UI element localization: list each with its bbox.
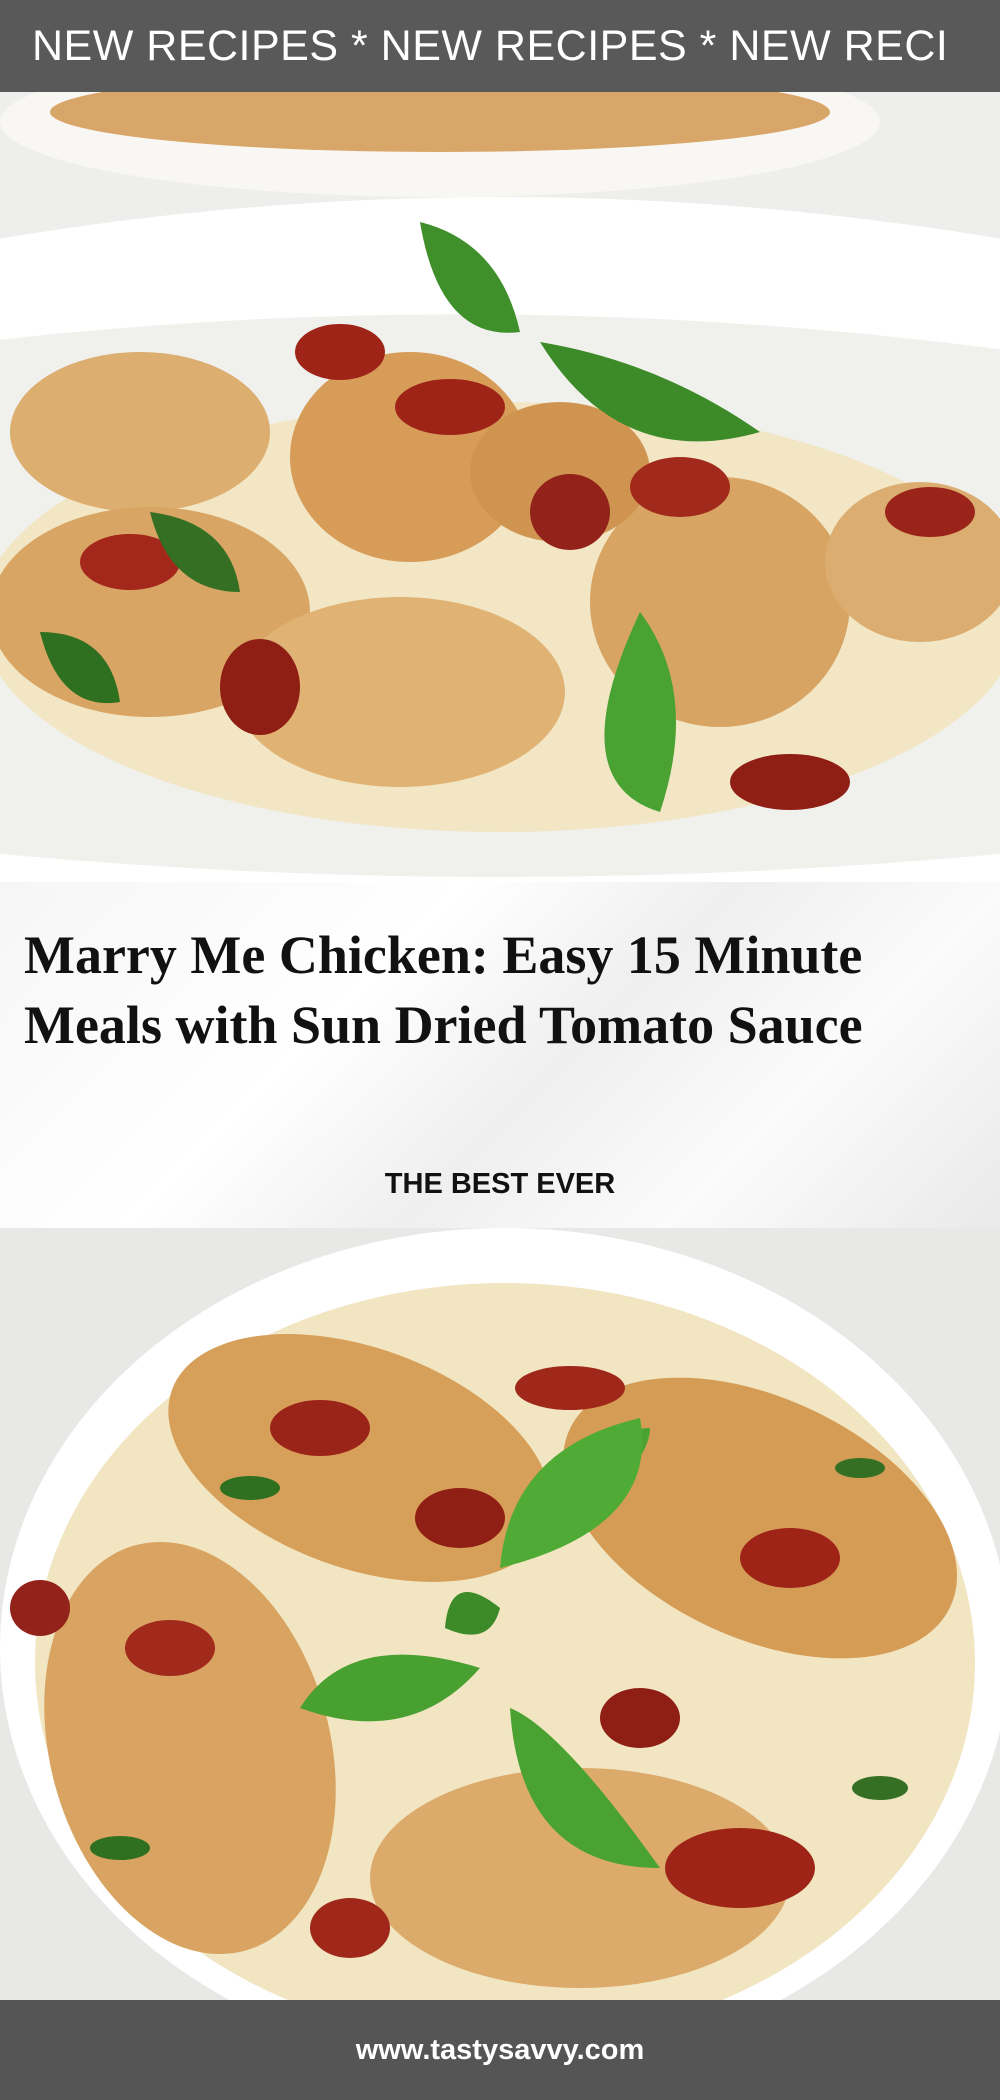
subtitle: THE BEST EVER: [384, 1168, 616, 1200]
recipe-title: Marry Me Chicken: Easy 15 Minute Meals w…: [24, 925, 863, 1055]
banner-text: NEW RECIPES * NEW RECIPES * NEW RECI: [32, 21, 949, 70]
food-photo-top: [0, 92, 1000, 882]
headline-section: Marry Me Chicken: Easy 15 Minute Meals w…: [0, 882, 1000, 1228]
food-photo-bottom: [0, 1228, 1000, 2000]
top-banner: NEW RECIPES * NEW RECIPES * NEW RECI: [0, 0, 1000, 92]
website-url[interactable]: www.tastysavvy.com: [356, 2034, 645, 2067]
footer-bar: www.tastysavvy.com: [0, 2000, 1000, 2100]
